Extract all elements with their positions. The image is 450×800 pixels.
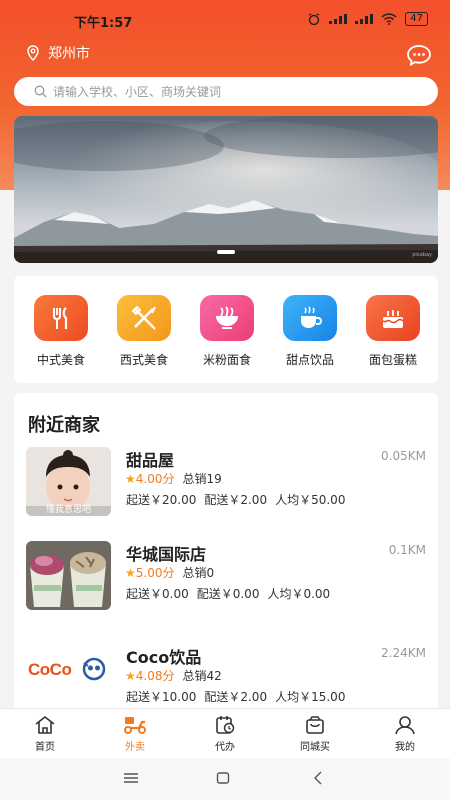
shop-sales: 总销19	[182, 472, 222, 486]
shop-thumbnail	[26, 541, 111, 610]
shop-fees: 起送￥0.00 配送￥0.00 人均￥0.00	[126, 585, 330, 602]
shop-sales: 总销0	[182, 566, 215, 580]
star-icon: ★	[125, 566, 136, 580]
category-bread-cake[interactable]: 面包蛋糕	[358, 295, 428, 383]
shop-meta: ★5.00分 总销0	[125, 564, 214, 581]
city-label: 郑州市	[48, 46, 90, 62]
logo-text: CoCo	[28, 660, 72, 679]
coffee-cup-icon	[283, 295, 337, 341]
tab-profile[interactable]: 我的	[360, 709, 450, 758]
status-icons: 47	[307, 12, 428, 26]
star-icon: ★	[125, 472, 136, 486]
category-label: 西式美食	[119, 353, 168, 367]
fork-knife-icon	[34, 295, 88, 341]
category-western-food[interactable]: 西式美食	[109, 295, 179, 383]
message-icon[interactable]	[406, 44, 432, 66]
search-placeholder: 请输入学校、小区、商场关键词	[53, 85, 222, 99]
avg-price: 人均￥15.00	[275, 690, 346, 704]
shop-meta: ★4.00分 总销19	[125, 470, 222, 487]
wifi-icon	[381, 13, 397, 25]
cake-icon	[366, 295, 420, 341]
battery-indicator: 47	[405, 12, 428, 26]
rating-value: 5.00分	[135, 566, 175, 580]
tab-label: 首页	[35, 742, 55, 753]
shop-thumbnail: 懂我意思吧	[26, 447, 111, 516]
shop-name: Coco饮品	[126, 648, 202, 667]
banner-carousel[interactable]: pixabay	[14, 116, 438, 263]
bottom-tab-bar: 首页 外卖 代办 同城买 我的	[0, 708, 450, 758]
signal-icon-2	[355, 14, 374, 24]
tab-local-shopping[interactable]: 同城买	[270, 709, 360, 758]
category-label: 面包蛋糕	[368, 353, 417, 367]
tab-label: 代办	[215, 742, 235, 753]
shop-logo: CoCo	[26, 644, 111, 713]
shop-rating: ★5.00分	[125, 564, 175, 581]
shop-fees: 起送￥10.00 配送￥2.00 人均￥15.00	[126, 688, 345, 705]
search-icon	[34, 85, 47, 98]
shop-distance: 2.24KM	[381, 646, 426, 660]
category-label: 中式美食	[36, 353, 85, 367]
tab-label: 同城买	[300, 742, 330, 753]
banner-watermark: pixabay	[412, 252, 432, 258]
rating-value: 4.00分	[135, 472, 175, 486]
shop-sales: 总销42	[182, 669, 222, 683]
shop-name: 甜品屋	[126, 451, 175, 470]
system-navigation-bar	[0, 758, 450, 800]
status-time: 下午1:57	[74, 16, 133, 31]
tab-errands[interactable]: 代办	[180, 709, 270, 758]
category-card: 中式美食 西式美食 米粉面食 甜点饮品 面包蛋糕	[14, 276, 438, 383]
signal-icon	[329, 14, 348, 24]
shopping-bag-icon	[306, 716, 324, 734]
category-desserts-drinks[interactable]: 甜点饮品	[275, 295, 345, 383]
shop-item[interactable]: 华城国际店 0.1KM ★5.00分 总销0 起送￥0.00 配送￥0.00 人…	[26, 541, 426, 631]
noodle-bowl-icon	[200, 295, 254, 341]
category-noodles[interactable]: 米粉面食	[192, 295, 262, 383]
tab-takeout[interactable]: 外卖	[90, 709, 180, 758]
user-icon	[395, 716, 415, 735]
category-label: 甜点饮品	[285, 353, 334, 367]
home-icon	[35, 715, 55, 734]
carousel-indicator	[217, 250, 235, 254]
tab-home[interactable]: 首页	[0, 709, 90, 758]
section-title: 附近商家	[28, 415, 100, 436]
tab-label: 我的	[395, 742, 415, 753]
home-square-icon[interactable]	[216, 771, 230, 785]
shop-rating: ★4.08分	[125, 667, 175, 684]
alarm-icon	[308, 13, 320, 25]
banner-image	[14, 116, 438, 263]
min-order: 起送￥0.00	[126, 587, 189, 601]
fork-knife-cross-icon	[117, 295, 171, 341]
scooter-icon	[124, 717, 146, 734]
shop-item[interactable]: 懂我意思吧 甜品屋 0.05KM ★4.00分 总销19 起送￥20.00 配送…	[26, 447, 426, 537]
shop-meta: ★4.08分 总销42	[125, 667, 222, 684]
avg-price: 人均￥50.00	[275, 493, 346, 507]
shop-name: 华城国际店	[126, 545, 207, 564]
category-label: 米粉面食	[202, 353, 251, 367]
star-icon: ★	[125, 669, 136, 683]
delivery-fee: 配送￥2.00	[204, 690, 268, 704]
shop-rating: ★4.00分	[125, 470, 175, 487]
nearby-merchants-card: 附近商家 懂我意思吧 甜品屋 0.05KM ★4.00分 总销19 起送￥20.…	[14, 393, 438, 713]
location-pin-icon	[27, 45, 39, 61]
shop-distance: 0.05KM	[381, 449, 426, 463]
rating-value: 4.08分	[135, 669, 175, 683]
menu-icon[interactable]	[123, 771, 139, 785]
delivery-fee: 配送￥0.00	[196, 587, 260, 601]
avg-price: 人均￥0.00	[267, 587, 331, 601]
shop-fees: 起送￥20.00 配送￥2.00 人均￥50.00	[126, 491, 345, 508]
min-order: 起送￥20.00	[126, 493, 197, 507]
delivery-fee: 配送￥2.00	[204, 493, 268, 507]
back-icon[interactable]	[312, 771, 324, 785]
status-bar: 下午1:57 47	[0, 0, 450, 40]
search-input[interactable]: 请输入学校、小区、商场关键词	[14, 77, 438, 106]
min-order: 起送￥10.00	[126, 690, 197, 704]
shop-distance: 0.1KM	[388, 543, 426, 557]
tab-label: 外卖	[125, 742, 145, 753]
category-chinese-food[interactable]: 中式美食	[26, 295, 96, 383]
thumb-caption: 懂我意思吧	[45, 505, 91, 515]
location-selector[interactable]: 郑州市	[26, 43, 90, 63]
coco-logo-icon	[82, 657, 106, 681]
calendar-clock-icon	[216, 716, 235, 734]
